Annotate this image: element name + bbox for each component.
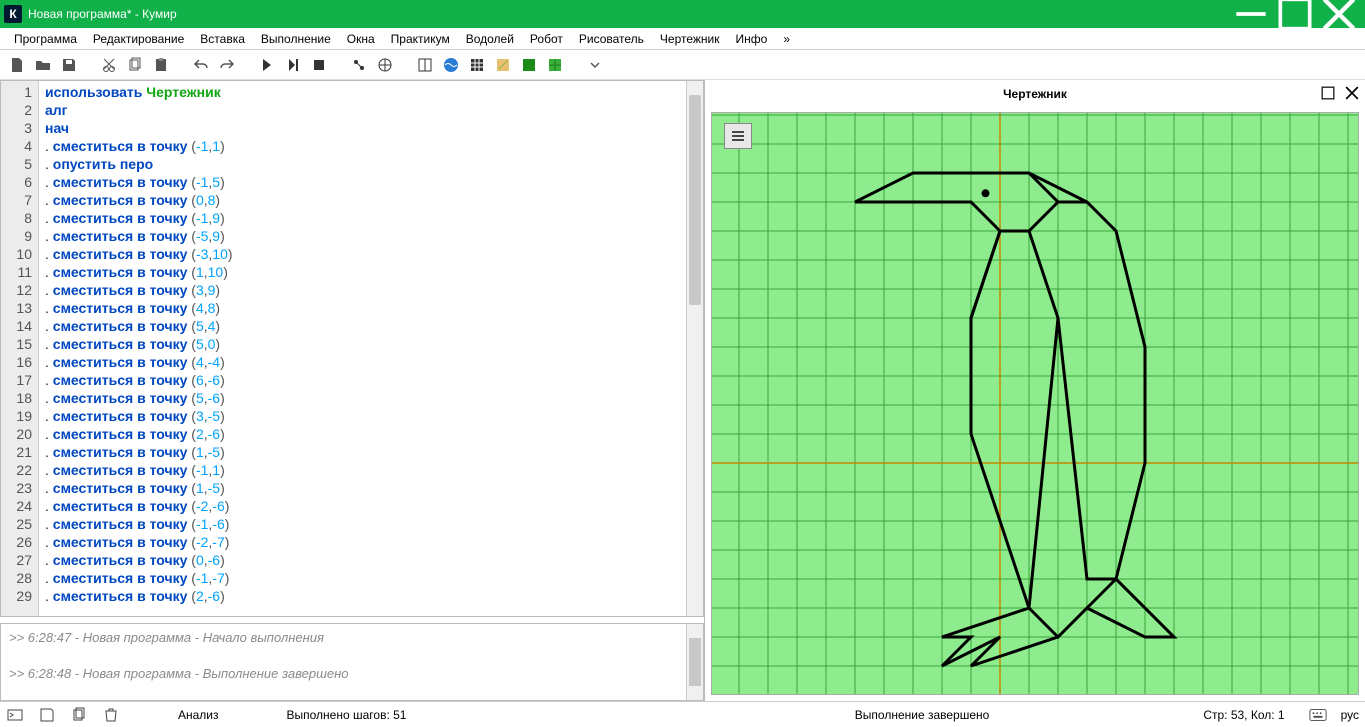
menu-Робот[interactable]: Робот [522,30,571,48]
code-editor[interactable]: 1234567891011121314151617181920212223242… [0,80,704,617]
app-icon: К [4,5,22,23]
keyboard-icon[interactable] [1309,706,1327,724]
window-title: Новая программа* - Кумир [28,7,1229,21]
drawing-canvas[interactable] [711,112,1359,695]
minimize-button[interactable] [1229,0,1273,28]
menu-Рисователь[interactable]: Рисователь [571,30,652,48]
green1-icon[interactable] [518,54,540,76]
redo-icon[interactable] [216,54,238,76]
menu-Программа[interactable]: Программа [6,30,85,48]
menu-Водолей[interactable]: Водолей [458,30,522,48]
sb-save-icon[interactable] [38,706,56,724]
grid1-icon[interactable] [414,54,436,76]
run-icon[interactable] [256,54,278,76]
status-lang: рус [1341,708,1359,722]
sb-console-icon[interactable] [6,706,24,724]
status-analysis: Анализ [178,708,219,722]
title-bar: К Новая программа* - Кумир [0,0,1365,28]
menu-Практикум[interactable]: Практикум [383,30,458,48]
open-file-icon[interactable] [32,54,54,76]
status-cursor-pos: Стр: 53, Кол: 1 [1203,708,1284,722]
actor2-icon[interactable] [374,54,396,76]
draw-icon[interactable] [492,54,514,76]
step-icon[interactable] [282,54,304,76]
panel-title-text: Чертежник [1003,87,1067,101]
tool-bar [0,50,1365,80]
grid2-icon[interactable] [466,54,488,76]
menu-Инфо[interactable]: Инфо [728,30,776,48]
save-icon[interactable] [58,54,80,76]
console-output: >> 6:28:47 - Новая программа - Начало вы… [1,624,686,700]
copy-icon[interactable] [124,54,146,76]
stop-icon[interactable] [308,54,330,76]
sb-trash-icon[interactable] [102,706,120,724]
undo-icon[interactable] [190,54,212,76]
console-scrollbar[interactable] [686,624,703,700]
cut-icon[interactable] [98,54,120,76]
status-steps: Выполнено шагов: 51 [287,708,407,722]
menu-Вставка[interactable]: Вставка [192,30,253,48]
canvas-menu-icon[interactable] [724,123,752,149]
status-bar: Анализ Выполнено шагов: 51 Выполнение за… [0,701,1365,727]
close-button[interactable] [1317,0,1361,28]
menu-»[interactable]: » [775,30,798,48]
green2-icon[interactable] [544,54,566,76]
more-icon[interactable] [584,54,606,76]
console-panel: >> 6:28:47 - Новая программа - Начало вы… [0,623,704,701]
water-icon[interactable] [440,54,462,76]
editor-scrollbar[interactable] [686,81,703,616]
maximize-button[interactable] [1273,0,1317,28]
menu-Окна[interactable]: Окна [339,30,383,48]
panel-maximize-icon[interactable] [1319,84,1337,102]
new-file-icon[interactable] [6,54,28,76]
menu-Чертежник[interactable]: Чертежник [652,30,728,48]
panel-close-icon[interactable] [1343,84,1361,102]
actor1-icon[interactable] [348,54,370,76]
line-gutter: 1234567891011121314151617181920212223242… [1,81,39,616]
menu-bar: ПрограммаРедактированиеВставкаВыполнение… [0,28,1365,50]
menu-Редактирование[interactable]: Редактирование [85,30,192,48]
status-done: Выполнение завершено [855,708,990,722]
sb-copy-icon[interactable] [70,706,88,724]
paste-icon[interactable] [150,54,172,76]
drawer-panel-title: Чертежник [705,80,1365,108]
menu-Выполнение[interactable]: Выполнение [253,30,339,48]
code-area[interactable]: использовать Чертежникалгнач. сместиться… [39,81,686,616]
